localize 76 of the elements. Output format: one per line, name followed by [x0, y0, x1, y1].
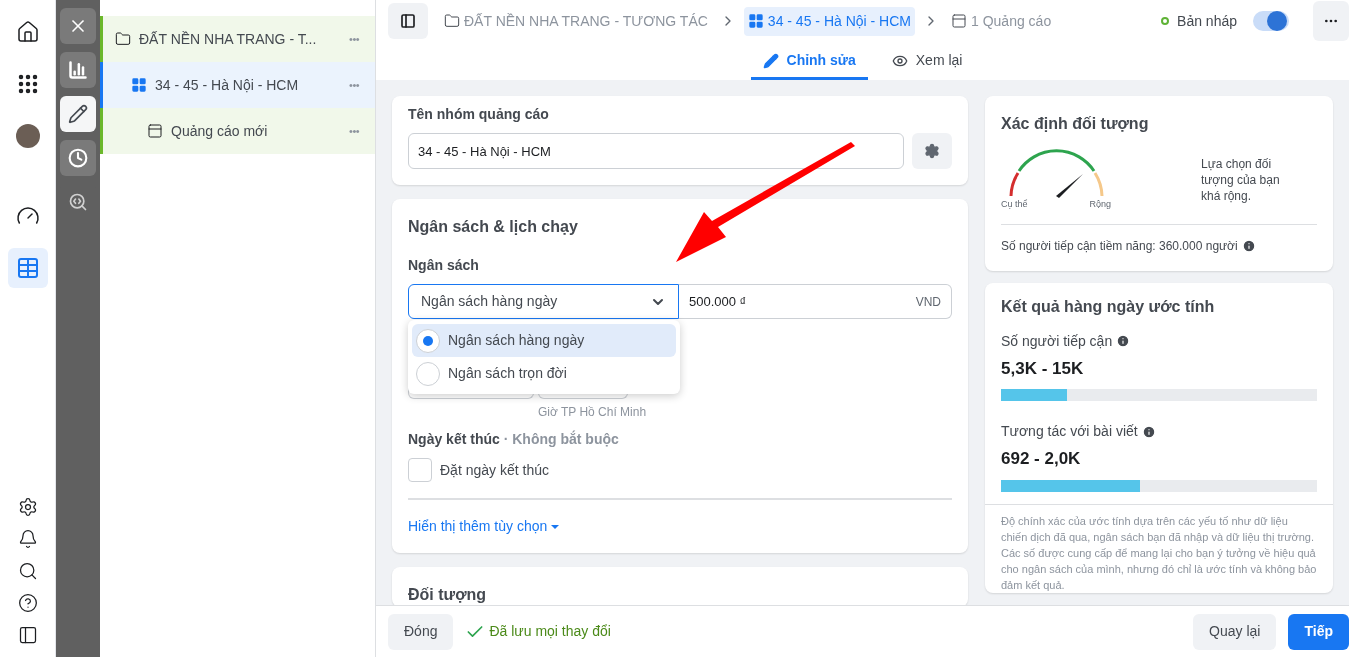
audience-description: Lựa chọn đối tượng của bạn khá rộng. [1201, 156, 1281, 204]
tree-item[interactable]: 34 - 45 - Hà Nội - HCM ••• [100, 62, 375, 108]
metric-value: 5,3K - 15K [1001, 357, 1085, 380]
ad-icon [951, 13, 967, 29]
chart-button[interactable] [60, 52, 96, 88]
info-icon[interactable] [1116, 334, 1131, 348]
tree-item-label: 34 - 45 - Hà Nội - HCM [155, 75, 300, 95]
end-date-label: Ngày kết thúc [408, 431, 500, 447]
budget-amount-field[interactable]: 500.000 ₫ VND [679, 284, 952, 319]
caret-icon [551, 524, 560, 529]
magnifier-icon [68, 192, 88, 212]
info-icon[interactable] [1241, 238, 1256, 253]
section-title: Đối tượng [408, 585, 488, 605]
breadcrumb-label: 1 Quảng cáo [971, 11, 1052, 31]
bell-icon[interactable] [17, 529, 38, 549]
settings-button[interactable] [912, 133, 952, 169]
folder-icon [115, 31, 131, 47]
close-button[interactable]: Đóng [388, 613, 454, 650]
clock-icon [68, 148, 88, 168]
section-title: Ngân sách & lịch chạy [408, 217, 579, 237]
search-icon[interactable] [17, 561, 38, 581]
breadcrumb-label: 34 - 45 - Hà Nội - HCM [767, 11, 911, 31]
grid-icon [131, 77, 147, 93]
tree-item-label: ĐẤT NỀN NHA TRANG - T... [139, 29, 318, 49]
adset-name-field[interactable]: 34 - 45 - Hà Nội - HCM [408, 133, 904, 169]
tree-item-label: Quảng cáo mới [171, 121, 269, 141]
gauge-label: Cụ thể [1001, 198, 1028, 211]
status-label: Bản nháp [1177, 11, 1237, 31]
field-label: Tên nhóm quảng cáo [408, 105, 550, 124]
field-label: Ngân sách [408, 256, 480, 275]
info-icon[interactable] [1141, 424, 1156, 439]
sidebar-toggle-button[interactable] [388, 3, 428, 39]
back-button[interactable]: Quay lại [1193, 613, 1277, 650]
pencil-icon [68, 104, 88, 124]
avatar[interactable] [15, 124, 40, 148]
breadcrumb-label: ĐẤT NỀN NHA TRANG - TƯƠNG TÁC [464, 11, 708, 31]
budget-type-dropdown[interactable]: Ngân sách hàng ngày [408, 284, 679, 319]
budget-amount: 500.000 ₫ [689, 292, 747, 311]
optional-label: · Không bắt buộc [503, 431, 619, 447]
estimate-note: Độ chính xác của ước tính dựa trên các yếu tố như dữ liệu chiến dịch đã qua, ngân sách bạn đã nhập và dữ liệu thị trường. Các số được cung cấp để mang lại cho bạn ý tưởng về hiệu quả cho ngân sách của mình, nhưng đó chỉ là ước tính và không bảo đảm kết quả. [985, 503, 1333, 593]
section-title: Kết quả hàng ngày ước tính [1001, 296, 1216, 317]
panel-icon [400, 13, 416, 29]
ad-icon [147, 123, 163, 139]
breadcrumb[interactable]: 34 - 45 - Hà Nội - HCM [743, 6, 915, 36]
currency-label: VND [915, 293, 941, 311]
timezone-label: Giờ TP Hồ Chí Minh [538, 404, 648, 421]
pencil-icon [762, 52, 779, 69]
close-button[interactable] [60, 8, 96, 44]
tree-item[interactable]: ĐẤT NỀN NHA TRANG - T... ••• [100, 16, 375, 62]
edit-button[interactable] [60, 96, 96, 132]
radio-button[interactable] [416, 328, 440, 353]
history-button[interactable] [60, 140, 96, 176]
folder-icon [444, 13, 460, 29]
radio-button[interactable] [416, 361, 440, 386]
tree-item[interactable]: Quảng cáo mới ••• [100, 108, 375, 154]
settings-icon[interactable] [17, 497, 38, 517]
grid-icon [747, 13, 764, 29]
metric-label: Tương tác với bài viết [1001, 422, 1138, 441]
panel-icon[interactable] [17, 625, 38, 645]
section-title: Xác định đối tượng [1001, 114, 1150, 134]
gauge-label: Rộng [1089, 198, 1111, 211]
next-button[interactable]: Tiếp [1288, 613, 1349, 650]
home-icon[interactable] [15, 20, 40, 44]
gear-icon [924, 143, 940, 159]
table-icon[interactable] [15, 256, 40, 280]
more-options-link[interactable]: Hiển thị thêm tùy chọn [408, 516, 560, 537]
bar-chart-icon [68, 60, 88, 80]
saved-status: Đã lưu mọi thay đổi [489, 622, 611, 641]
end-date-checkbox[interactable] [408, 458, 432, 482]
potential-reach: Số người tiếp cận tiềm năng: 360.000 người [1001, 237, 1238, 255]
menu-option[interactable]: Ngân sách hàng ngày [412, 324, 676, 357]
publish-toggle[interactable] [1253, 11, 1289, 31]
checkbox-label: Đặt ngày kết thúc [440, 460, 549, 480]
help-icon[interactable] [17, 593, 38, 613]
metric-label: Số người tiếp cận [1001, 331, 1113, 351]
metric-value: 692 - 2,0K [1001, 448, 1082, 470]
